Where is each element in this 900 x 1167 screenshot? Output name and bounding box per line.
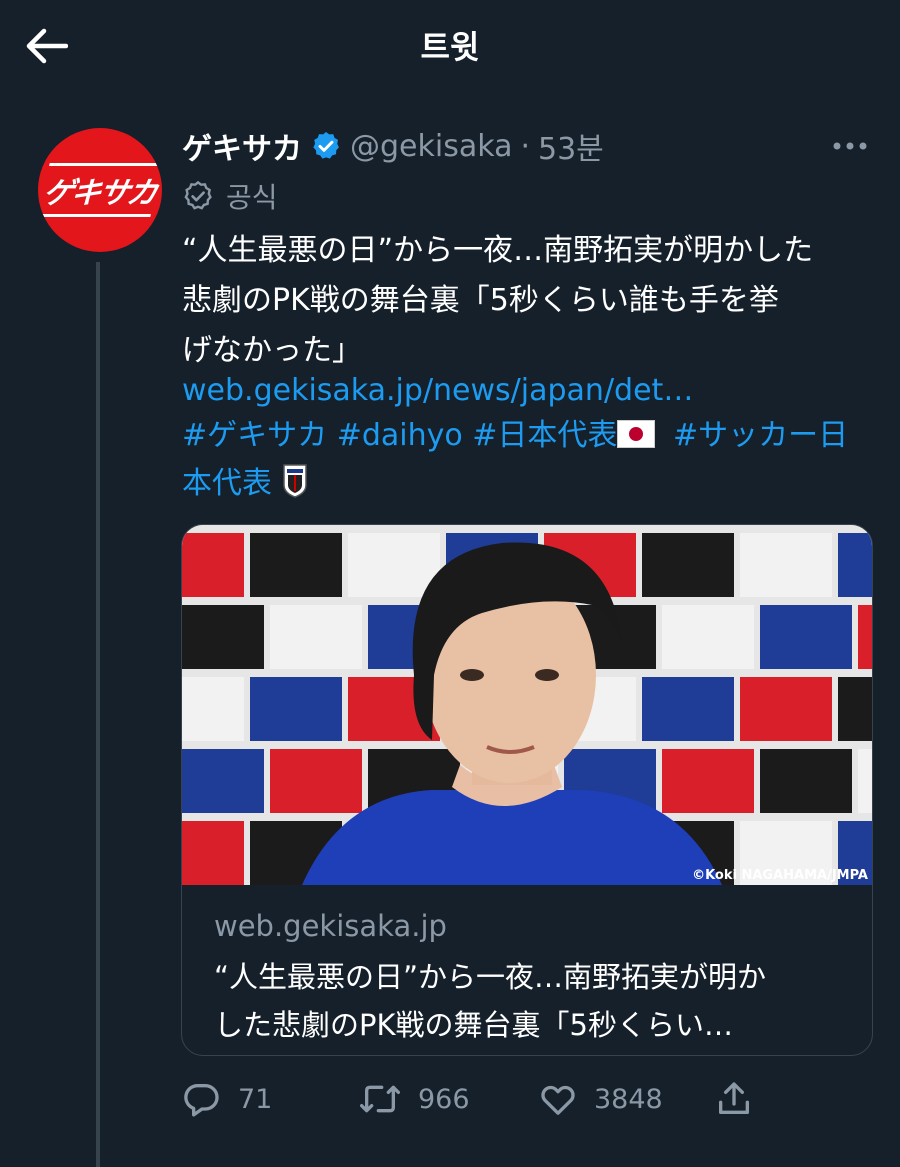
retweet-button[interactable]: 966 [358, 1074, 470, 1124]
verified-badge-icon [310, 130, 342, 162]
avatar[interactable]: ゲキサカ [38, 128, 162, 252]
more-options-button[interactable] [826, 128, 874, 164]
link-preview-card[interactable]: ©Koki NAGAHAMA/JMPA web.gekisaka.jp “人生最… [181, 524, 873, 1056]
photo-credit: ©Koki NAGAHAMA/JMPA [692, 868, 868, 883]
tweet-author-row: ゲキサカ @gekisaka · 53분 [182, 124, 872, 168]
more-dots-icon [833, 142, 867, 150]
hashtag-nihon-daihyo[interactable]: #日本代表 [472, 418, 617, 453]
header-bar: 트윗 [0, 0, 900, 95]
share-icon [719, 1082, 749, 1114]
separator-dot: · [520, 128, 530, 164]
reply-count: 71 [238, 1083, 273, 1115]
official-label-row: 공식 [182, 176, 278, 216]
heart-icon [541, 1085, 575, 1115]
hashtag-block: #ゲキサカ #daihyo #日本代表 #サッカー日 本代表 [182, 412, 872, 508]
reply-icon [184, 1084, 219, 1117]
retweet-icon [359, 1085, 400, 1113]
tweet-actions: 71 966 3848 [182, 1074, 872, 1124]
official-badge-icon [184, 180, 212, 210]
tweet-timestamp[interactable]: 53분 [538, 124, 604, 168]
like-button[interactable]: 3848 [538, 1074, 663, 1124]
official-label: 공식 [226, 181, 278, 214]
page-title: 트윗 [420, 28, 480, 66]
jfa-crest-icon [282, 463, 308, 499]
japan-flag-icon [617, 420, 656, 448]
like-count: 3848 [594, 1083, 663, 1115]
reply-button[interactable]: 71 [182, 1074, 272, 1124]
card-image: ©Koki NAGAHAMA/JMPA [182, 525, 872, 885]
tweet-text: “人生最悪の日”から一夜…南野拓実が明かした 悲劇のPK戦の舞台裏「5秒くらい誰… [182, 233, 814, 368]
author-name[interactable]: ゲキサカ [182, 124, 302, 168]
hashtag-gekisaka[interactable]: #ゲキサカ [182, 418, 327, 453]
hashtag-soccer-nihon-daihyo-cont[interactable]: 本代表 [182, 466, 272, 501]
author-handle[interactable]: @gekisaka [350, 129, 512, 164]
share-button[interactable] [714, 1074, 754, 1124]
avatar-logo-text: ゲキサカ [38, 163, 162, 217]
hashtag-soccer-nihon-daihyo[interactable]: #サッカー日 [673, 418, 848, 453]
hashtag-daihyo[interactable]: #daihyo [337, 418, 463, 453]
card-title: “人生最悪の日”から一夜…南野拓実が明か した悲劇のPK戦の舞台裏「5秒くらい… [214, 960, 767, 1042]
tweet-link[interactable]: web.gekisaka.jp/news/japan/det… [182, 366, 872, 416]
retweet-count: 966 [418, 1083, 470, 1115]
card-domain: web.gekisaka.jp [214, 909, 447, 943]
thread-line [96, 262, 100, 1167]
